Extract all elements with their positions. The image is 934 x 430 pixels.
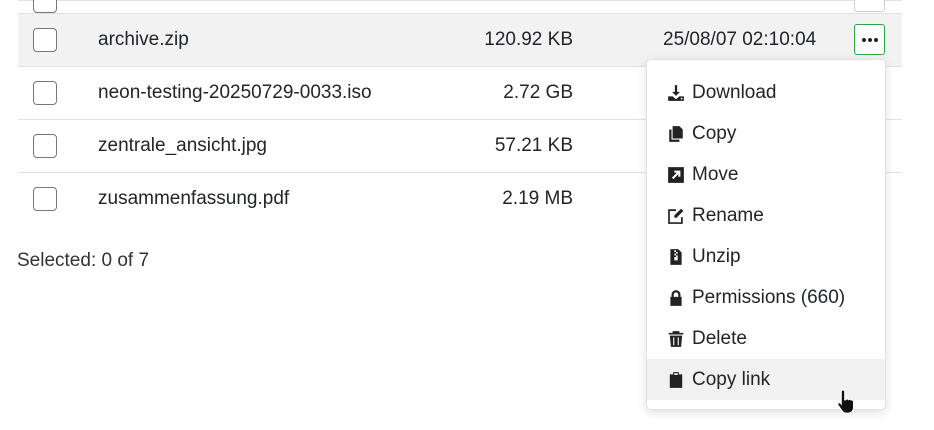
menu-item-label: Delete (692, 327, 747, 349)
menu-item-label: Move (692, 163, 739, 185)
file-size: 57.21 KB (494, 135, 573, 156)
file-actions-menu: Download Copy Move Rename Unzip Permissi… (646, 59, 886, 410)
menu-item-move[interactable]: Move (647, 154, 885, 195)
menu-item-delete[interactable]: Delete (647, 318, 885, 359)
row-checkbox[interactable] (33, 28, 57, 52)
menu-item-permissions[interactable]: Permissions (660) (647, 277, 885, 318)
menu-item-label: Unzip (692, 245, 741, 267)
file-name[interactable]: neon-testing-20250729-0033.iso (98, 82, 372, 104)
clipboard-icon (667, 371, 685, 389)
row-checkbox[interactable] (33, 81, 57, 105)
file-size: 120.92 KB (484, 29, 573, 50)
ellipsis-icon (861, 37, 878, 42)
download-icon (667, 84, 685, 102)
row-checkbox[interactable] (33, 187, 57, 211)
file-size: 2.72 GB (503, 82, 573, 103)
menu-item-download[interactable]: Download (647, 72, 885, 113)
copy-icon (667, 125, 685, 143)
lock-icon (667, 289, 685, 307)
selection-count: Selected: 0 of 7 (17, 250, 150, 271)
menu-item-label: Copy (692, 122, 737, 144)
more-actions-button[interactable] (854, 0, 885, 12)
menu-item-unzip[interactable]: Unzip (647, 236, 885, 277)
file-date: 25/08/07 02:10:04 (663, 29, 817, 50)
table-row[interactable] (18, 0, 902, 13)
row-checkbox[interactable] (33, 0, 57, 13)
menu-item-label: Rename (692, 204, 764, 226)
zip-file-icon (667, 248, 685, 266)
menu-item-label: Download (692, 81, 777, 103)
file-name[interactable]: zentrale_ansicht.jpg (98, 135, 267, 157)
rename-icon (667, 207, 685, 225)
trash-icon (667, 330, 685, 348)
menu-item-label: Permissions (660) (692, 286, 846, 308)
hand-cursor-icon (837, 389, 854, 414)
menu-item-rename[interactable]: Rename (647, 195, 885, 236)
move-icon (667, 166, 685, 184)
file-name[interactable]: archive.zip (98, 29, 189, 51)
file-name[interactable]: zusammenfassung.pdf (98, 188, 289, 210)
row-checkbox[interactable] (33, 134, 57, 158)
menu-item-label: Copy link (692, 368, 771, 390)
menu-item-copy[interactable]: Copy (647, 113, 885, 154)
more-actions-button[interactable] (854, 24, 885, 55)
file-size: 2.19 MB (502, 188, 573, 209)
